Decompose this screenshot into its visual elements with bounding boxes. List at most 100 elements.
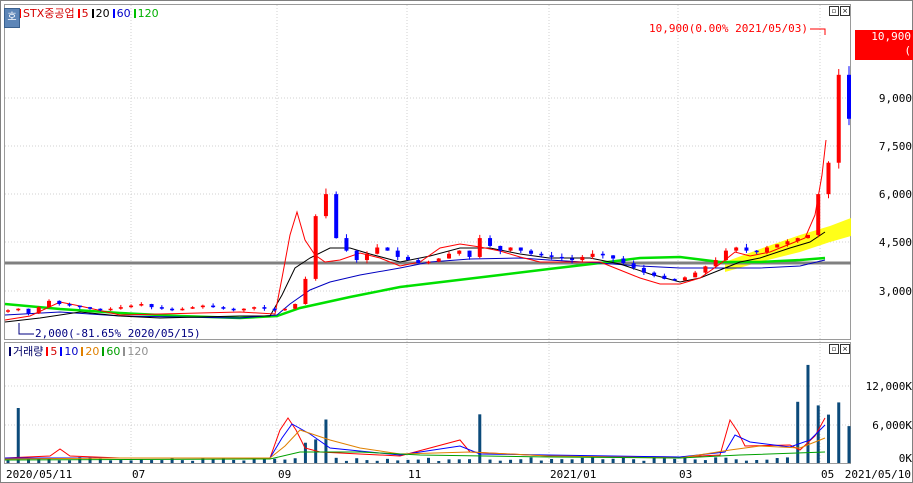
price-tick: 3,000 (879, 285, 912, 298)
candle-body (826, 162, 831, 195)
candle-body (529, 250, 534, 254)
legend-label: 120 (137, 7, 159, 20)
volume-bar (293, 458, 297, 463)
candle-body (385, 247, 390, 251)
volume-bar (365, 460, 369, 463)
volume-bar (693, 459, 697, 463)
volume-bar (447, 459, 451, 463)
candle-body (129, 305, 134, 308)
volume-bar (724, 457, 728, 463)
candle-body (405, 256, 410, 261)
volume-bar (150, 460, 154, 463)
candle-body (323, 194, 328, 217)
volume-bar (355, 458, 359, 463)
legend-marker (123, 347, 126, 356)
candle-body (354, 250, 359, 261)
candle-body (580, 256, 585, 261)
price-tick: 6,000 (879, 188, 912, 201)
date-tick: 2020/05/11 (6, 468, 72, 481)
price-tick: 4,500 (879, 236, 912, 249)
volume-bar (847, 426, 851, 463)
candle-body (436, 258, 441, 262)
candle-body (641, 267, 646, 273)
candle-body (703, 266, 708, 273)
candle-body (77, 305, 82, 308)
volume-bar (529, 457, 533, 463)
candle-body (488, 238, 493, 246)
candle-body (139, 304, 144, 306)
volume-bar (6, 460, 10, 463)
volume-bar (16, 408, 20, 463)
candle-body (170, 308, 175, 311)
candle-body (36, 307, 41, 314)
volume-bar (498, 460, 502, 463)
date-tick: 05 (821, 468, 834, 481)
volume-tick: 12,000K (866, 380, 913, 393)
candle-body (26, 308, 31, 314)
legend-label: 20 (95, 7, 110, 20)
candle-body (200, 305, 205, 308)
volume-bar (673, 458, 677, 463)
chart-badge[interactable]: 호 (4, 8, 20, 28)
candle-body (518, 247, 523, 251)
volume-bar (785, 457, 789, 463)
volume-bar (57, 460, 61, 463)
volume-bar (611, 458, 615, 463)
maximize-icon[interactable]: ▫ (829, 6, 839, 16)
candle-body (282, 308, 287, 311)
close-icon[interactable]: × (840, 344, 850, 354)
candle-body (775, 244, 780, 248)
legend-label: 5 (50, 345, 58, 358)
price-tick: 7,500 (879, 140, 912, 153)
candle-body (334, 194, 339, 239)
volume-bar (119, 460, 123, 463)
stock-chart[interactable]: 9,000 7,500 6,000 4,500 3,000 12,000K 6,… (0, 0, 913, 483)
volume-bar (570, 459, 574, 463)
candle-body (847, 74, 851, 119)
legend-marker (112, 9, 115, 18)
volume-bar (519, 459, 523, 463)
candle-body (713, 260, 718, 267)
candle-body (221, 307, 226, 309)
legend-marker (81, 347, 84, 356)
volume-bar (550, 459, 554, 463)
candle-body (364, 253, 369, 261)
candle-body (498, 245, 503, 251)
candle-body (539, 253, 544, 256)
legend-marker (91, 9, 94, 18)
volume-bar (324, 419, 328, 463)
volume-bar (457, 459, 461, 463)
candle-body (395, 250, 400, 257)
current-price-change: ( 29.45%) (864, 44, 911, 71)
legend-label: STX중공업 (23, 7, 75, 20)
volume-bar (129, 460, 133, 463)
current-price-value: 10,900 (871, 30, 911, 43)
volume-bar (191, 460, 195, 463)
legend-label: 거래량 (13, 345, 44, 358)
legend-label: 20 (85, 345, 100, 358)
date-tick: 09 (278, 468, 291, 481)
date-tick: 03 (679, 468, 692, 481)
date-tick-end: 2021/05/10 (845, 468, 911, 481)
volume-bar (437, 460, 441, 463)
candle-body (6, 310, 10, 312)
volume-bar (744, 460, 748, 463)
candle-body (467, 250, 472, 257)
candle-body (241, 308, 246, 311)
volume-bar (703, 460, 707, 463)
volume-bar (385, 458, 389, 463)
legend-marker (77, 9, 80, 18)
maximize-icon[interactable]: ▫ (829, 344, 839, 354)
volume-tick: 0K (899, 452, 913, 465)
candle-body (416, 260, 421, 264)
candle-body (231, 308, 236, 311)
volume-bar (816, 405, 820, 463)
candle-body (549, 255, 554, 257)
volume-bar (642, 460, 646, 463)
candle-body (272, 308, 277, 311)
candle-body (447, 253, 452, 259)
volume-bar (509, 459, 513, 463)
close-icon[interactable]: × (840, 6, 850, 16)
volume-bar (714, 457, 718, 463)
volume-bar (242, 460, 246, 463)
